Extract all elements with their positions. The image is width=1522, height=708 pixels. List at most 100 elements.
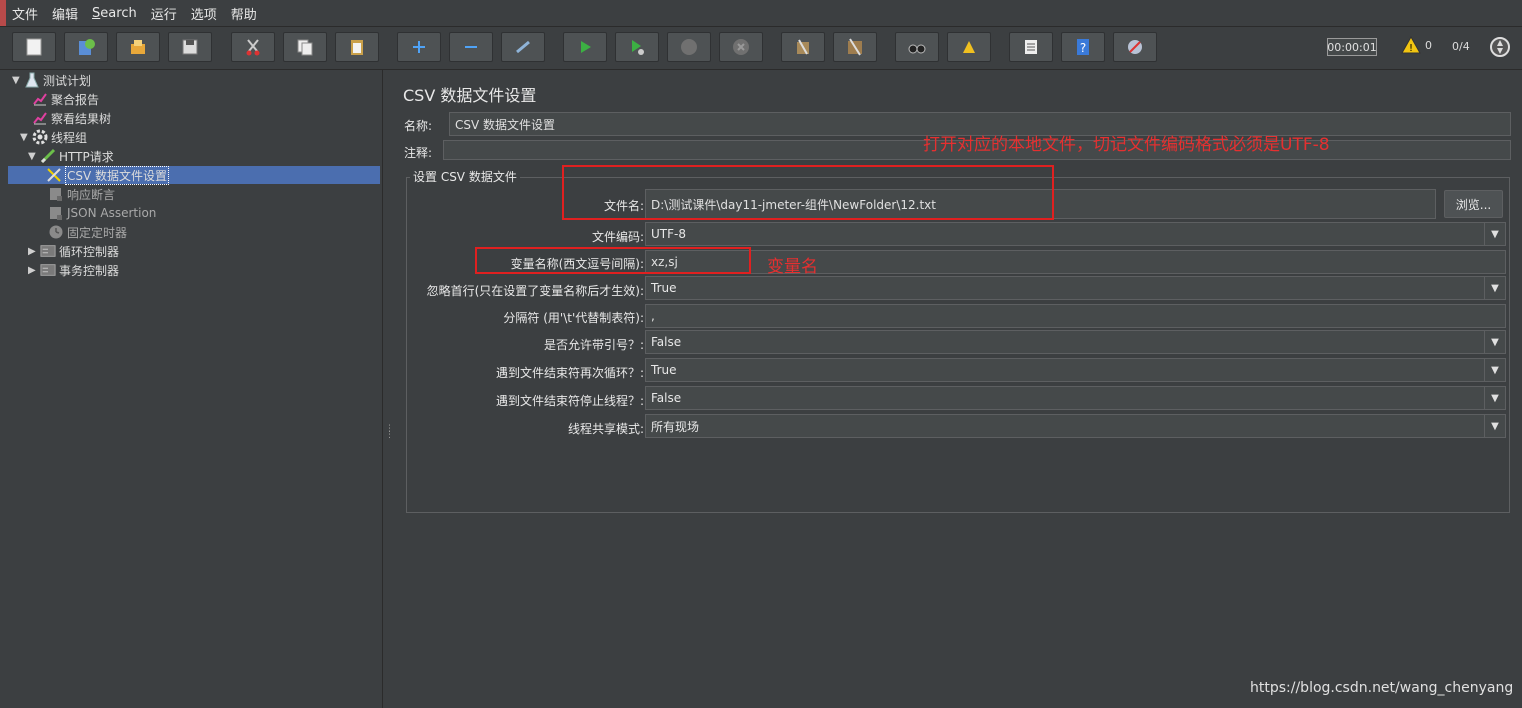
group-title: 设置 CSV 数据文件	[410, 168, 520, 185]
recycle-select[interactable]: True ▼	[645, 358, 1506, 382]
expand-button[interactable]	[397, 32, 441, 62]
tree-node-constant-timer[interactable]: 固定定时器	[48, 223, 127, 241]
search-button[interactable]	[895, 32, 939, 62]
comment-label: 注释:	[404, 146, 433, 160]
menu-run[interactable]: 运行	[144, 4, 184, 23]
stop-thread-select[interactable]: False ▼	[645, 386, 1506, 410]
templates-button[interactable]	[64, 32, 108, 62]
menu-search[interactable]: Search	[85, 6, 144, 21]
watermark: https://blog.csdn.net/wang_chenyang	[1250, 680, 1514, 696]
new-button[interactable]	[12, 32, 56, 62]
collapse-arrow-icon[interactable]: ▶	[28, 265, 40, 276]
remote-globe-icon[interactable]	[1489, 36, 1511, 58]
report-chart-icon	[32, 110, 48, 126]
chevron-down-icon[interactable]: ▼	[1484, 277, 1505, 299]
delimiter-label: 分隔符 (用'\t'代替制表符):	[503, 311, 644, 325]
shutdown-button[interactable]	[719, 32, 763, 62]
save-button[interactable]	[168, 32, 212, 62]
elapsed-timer: 00:00:01	[1327, 38, 1377, 56]
collapse-button[interactable]	[449, 32, 493, 62]
tree-node-test-plan[interactable]: ▼ 测试计划	[12, 71, 91, 89]
open-button[interactable]	[116, 32, 160, 62]
help-button[interactable]: ?	[1061, 32, 1105, 62]
gear-icon	[32, 129, 48, 145]
clear-button[interactable]	[781, 32, 825, 62]
test-plan-tree: ▼ 测试计划 聚合报告 察看结果树 ▼ 线程组 ▼ HTTP请求 CSV 数据文…	[6, 70, 383, 708]
encoding-value: UTF-8	[651, 227, 686, 241]
help-icon: ?	[1077, 39, 1089, 55]
clear-all-button[interactable]	[833, 32, 877, 62]
start-no-pause-icon	[632, 40, 644, 55]
tree-node-results-tree[interactable]: 察看结果树	[32, 109, 111, 127]
stop-icon	[681, 39, 697, 55]
menu-file[interactable]: 文件	[5, 4, 45, 23]
expand-icon	[413, 41, 425, 53]
menu-help[interactable]: 帮助	[224, 4, 264, 23]
csv-config-panel: CSV 数据文件设置 名称: CSV 数据文件设置 注释: 设置 CSV 数据文…	[392, 70, 1522, 708]
tree-node-loop-controller[interactable]: ▶ 循环控制器	[28, 242, 119, 260]
name-label: 名称:	[404, 119, 433, 133]
remote-button[interactable]	[1113, 32, 1157, 62]
toolbar: ? 00:00:01 ! 0 0/4	[0, 27, 1522, 70]
tree-node-aggregate-report[interactable]: 聚合报告	[32, 90, 99, 108]
assertion-icon	[48, 205, 64, 221]
chevron-down-icon[interactable]: ▼	[1484, 415, 1505, 437]
start-button[interactable]	[563, 32, 607, 62]
expand-arrow-icon[interactable]: ▼	[20, 132, 32, 143]
chevron-down-icon[interactable]: ▼	[1484, 331, 1505, 353]
chevron-down-icon[interactable]: ▼	[1484, 387, 1505, 409]
quoted-select[interactable]: False ▼	[645, 330, 1506, 354]
collapse-arrow-icon[interactable]: ▶	[28, 246, 40, 257]
start-no-pause-button[interactable]	[615, 32, 659, 62]
reset-search-icon	[963, 41, 975, 53]
share-mode-select[interactable]: 所有现场 ▼	[645, 414, 1506, 438]
tree-node-json-assertion[interactable]: JSON Assertion	[48, 204, 156, 222]
copy-button[interactable]	[283, 32, 327, 62]
menu-options[interactable]: 选项	[184, 4, 224, 23]
cut-button[interactable]	[231, 32, 275, 62]
shutdown-icon	[733, 39, 749, 55]
function-helper-icon	[1025, 40, 1037, 54]
ignore-first-select[interactable]: True ▼	[645, 276, 1506, 300]
menu-edit[interactable]: 编辑	[45, 4, 85, 23]
chevron-down-icon[interactable]: ▼	[1484, 359, 1505, 381]
chevron-down-icon[interactable]: ▼	[1484, 223, 1505, 245]
copy-icon	[297, 39, 313, 56]
share-mode-value: 所有现场	[651, 419, 700, 434]
tree-node-thread-group[interactable]: ▼ 线程组	[20, 128, 87, 146]
toggle-button[interactable]	[501, 32, 545, 62]
stop-button[interactable]	[667, 32, 711, 62]
filename-highlight-box	[562, 165, 1054, 220]
pen-icon	[40, 148, 56, 164]
collapse-icon	[465, 46, 477, 48]
quoted-label: 是否允许带引号？:	[543, 338, 644, 352]
tree-node-http-request[interactable]: ▼ HTTP请求	[28, 147, 114, 165]
ignore-first-value: True	[651, 281, 677, 295]
panel-splitter[interactable]: ⋮ ⋮	[382, 70, 394, 708]
page-title: CSV 数据文件设置	[403, 86, 537, 105]
tree-node-csv-data-set[interactable]: CSV 数据文件设置	[8, 165, 380, 185]
save-icon	[182, 39, 198, 55]
encoding-select[interactable]: UTF-8 ▼	[645, 222, 1506, 246]
test-plan-icon	[24, 72, 40, 88]
clear-all-icon	[848, 38, 862, 56]
new-icon	[26, 38, 42, 56]
file-encoding-note: 打开对应的本地文件，切记文件编码格式必须是UTF-8	[923, 135, 1330, 155]
stop-thread-value: False	[651, 391, 682, 405]
warning-count: 0	[1425, 38, 1432, 52]
expand-arrow-icon[interactable]: ▼	[12, 75, 24, 86]
function-helper-button[interactable]	[1009, 32, 1053, 62]
paste-button[interactable]	[335, 32, 379, 62]
browse-button[interactable]: 浏览...	[1444, 190, 1503, 218]
tree-node-response-assertion[interactable]: 响应断言	[48, 185, 115, 203]
tree-node-transaction-controller[interactable]: ▶ 事务控制器	[28, 261, 119, 279]
reset-search-button[interactable]	[947, 32, 991, 62]
recycle-label: 遇到文件结束符再次循环？:	[495, 366, 644, 380]
warning-icon: !	[1401, 36, 1421, 54]
delimiter-field[interactable]: ,	[645, 304, 1506, 328]
start-icon	[581, 41, 591, 53]
stop-thread-label: 遇到文件结束符停止线程？:	[495, 394, 644, 408]
varname-note: 变量名	[767, 257, 818, 277]
expand-arrow-icon[interactable]: ▼	[28, 151, 40, 162]
quoted-value: False	[651, 335, 682, 349]
